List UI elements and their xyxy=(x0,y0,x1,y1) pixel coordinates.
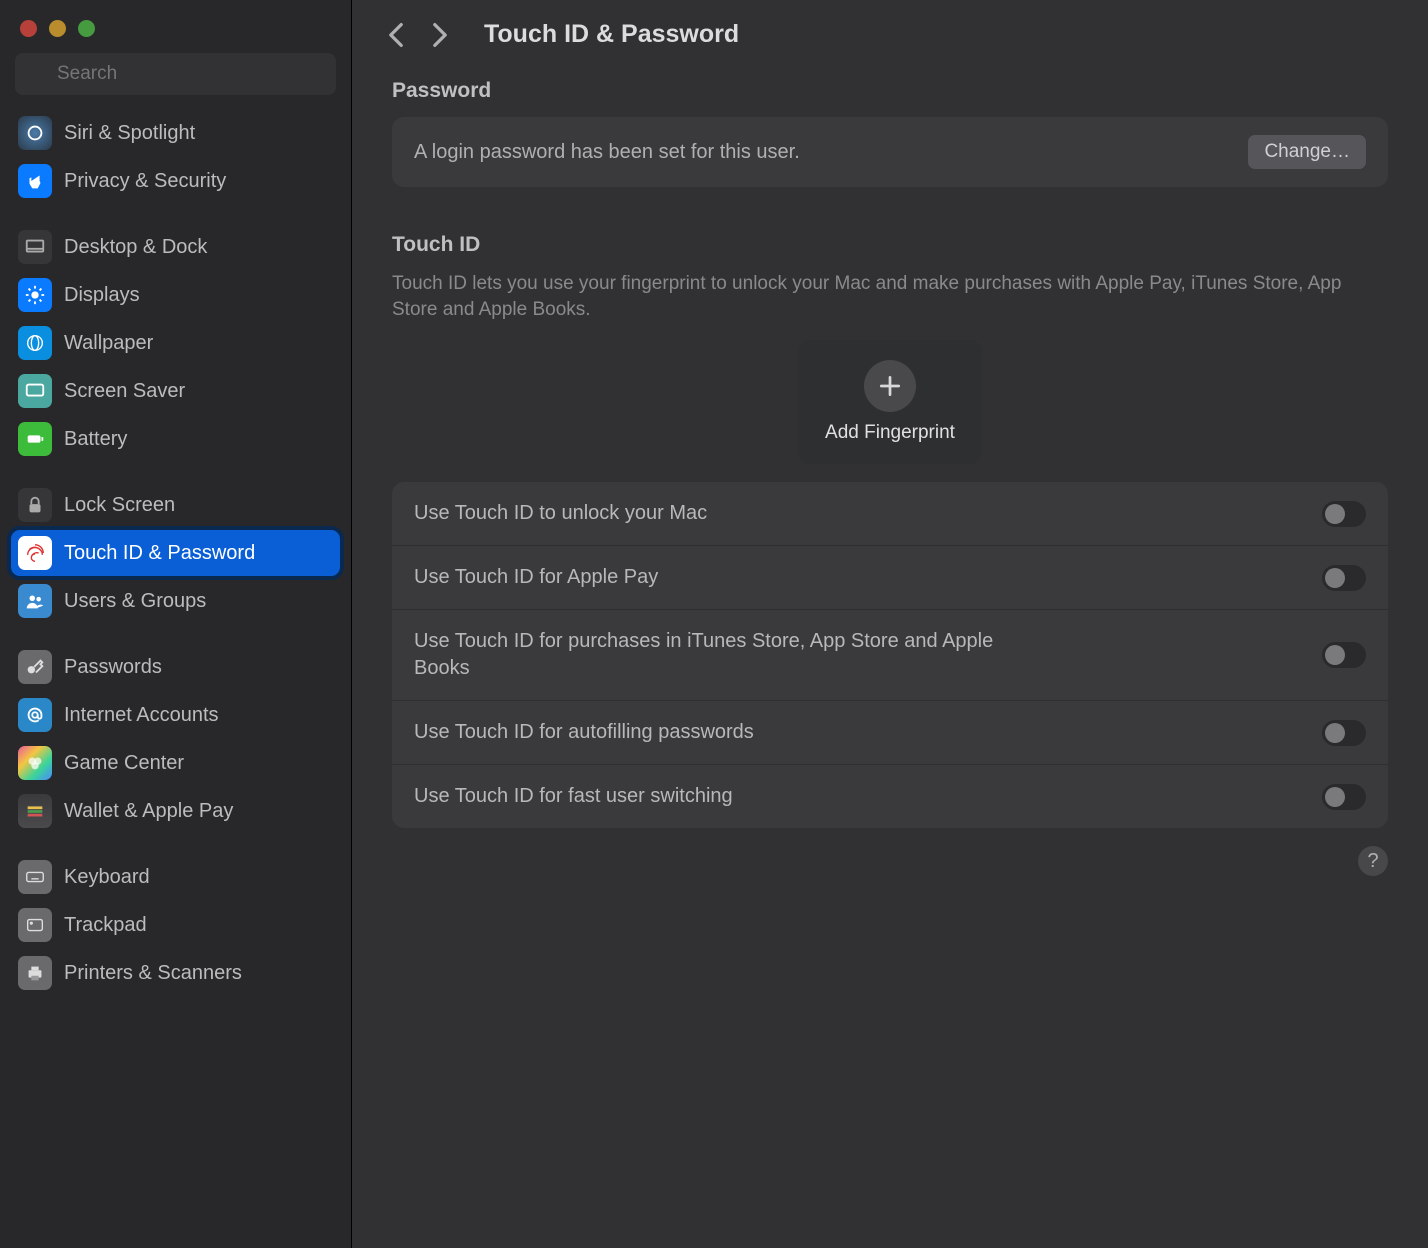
sidebar-item-label: Siri & Spotlight xyxy=(64,122,195,145)
add-fingerprint-label: Add Fingerprint xyxy=(825,422,955,444)
sidebar: Siri & Spotlight Privacy & Security Desk… xyxy=(0,0,352,1248)
toggle-row-purchases: Use Touch ID for purchases in iTunes Sto… xyxy=(392,610,1388,701)
close-window-button[interactable] xyxy=(20,20,37,37)
window-controls xyxy=(0,12,351,53)
add-fingerprint-button[interactable]: Add Fingerprint xyxy=(798,340,982,464)
sidebar-item-label: Desktop & Dock xyxy=(64,236,207,259)
battery-icon xyxy=(18,422,52,456)
toggle-fast-user-switching[interactable] xyxy=(1322,784,1366,810)
toggle-label: Use Touch ID to unlock your Mac xyxy=(414,500,707,527)
sidebar-item-desktop-dock[interactable]: Desktop & Dock xyxy=(10,223,341,271)
sidebar-item-label: Lock Screen xyxy=(64,494,175,517)
search-input[interactable] xyxy=(15,53,336,95)
sidebar-item-label: Printers & Scanners xyxy=(64,962,242,985)
hand-icon xyxy=(18,164,52,198)
sidebar-item-privacy-security[interactable]: Privacy & Security xyxy=(10,157,341,205)
desktop-icon xyxy=(18,230,52,264)
sidebar-item-users-groups[interactable]: Users & Groups xyxy=(10,577,341,625)
sidebar-item-siri-spotlight[interactable]: Siri & Spotlight xyxy=(10,109,341,157)
sidebar-item-wallet-apple-pay[interactable]: Wallet & Apple Pay xyxy=(10,787,341,835)
keyboard-icon xyxy=(18,860,52,894)
sidebar-item-keyboard[interactable]: Keyboard xyxy=(10,853,341,901)
main-content: Touch ID & Password Password A login pas… xyxy=(352,0,1428,1248)
sidebar-item-label: Users & Groups xyxy=(64,590,206,613)
sidebar-item-printers-scanners[interactable]: Printers & Scanners xyxy=(10,949,341,997)
toggle-label: Use Touch ID for purchases in iTunes Sto… xyxy=(414,628,994,682)
sidebar-item-label: Game Center xyxy=(64,752,184,775)
key-icon xyxy=(18,650,52,684)
minimize-window-button[interactable] xyxy=(49,20,66,37)
fingerprint-icon xyxy=(18,536,52,570)
toggle-row-fast-user-switching: Use Touch ID for fast user switching xyxy=(392,765,1388,828)
toggle-row-apple-pay: Use Touch ID for Apple Pay xyxy=(392,546,1388,610)
toggle-row-unlock-mac: Use Touch ID to unlock your Mac xyxy=(392,482,1388,546)
toggle-autofill[interactable] xyxy=(1322,720,1366,746)
sidebar-item-label: Touch ID & Password xyxy=(64,542,255,565)
plus-icon xyxy=(864,360,916,412)
sidebar-item-label: Privacy & Security xyxy=(64,170,226,193)
password-status-text: A login password has been set for this u… xyxy=(414,141,800,164)
sidebar-item-displays[interactable]: Displays xyxy=(10,271,341,319)
sidebar-item-battery[interactable]: Battery xyxy=(10,415,341,463)
wallet-icon xyxy=(18,794,52,828)
help-button[interactable]: ? xyxy=(1358,846,1388,876)
sidebar-item-label: Internet Accounts xyxy=(64,704,219,727)
page-title: Touch ID & Password xyxy=(484,20,739,49)
wallpaper-icon xyxy=(18,326,52,360)
back-button[interactable] xyxy=(384,23,408,47)
sidebar-item-label: Keyboard xyxy=(64,866,150,889)
fullscreen-window-button[interactable] xyxy=(78,20,95,37)
brightness-icon xyxy=(18,278,52,312)
password-section-label: Password xyxy=(392,79,1388,103)
forward-button xyxy=(428,23,452,47)
toggle-apple-pay[interactable] xyxy=(1322,565,1366,591)
sidebar-item-internet-accounts[interactable]: Internet Accounts xyxy=(10,691,341,739)
sidebar-item-lock-screen[interactable]: Lock Screen xyxy=(10,481,341,529)
sidebar-item-wallpaper[interactable]: Wallpaper xyxy=(10,319,341,367)
sidebar-item-label: Displays xyxy=(64,284,140,307)
touchid-section-label: Touch ID xyxy=(392,233,1388,257)
toggle-purchases[interactable] xyxy=(1322,642,1366,668)
sidebar-item-screen-saver[interactable]: Screen Saver xyxy=(10,367,341,415)
toggle-unlock-mac[interactable] xyxy=(1322,501,1366,527)
touchid-section-desc: Touch ID lets you use your fingerprint t… xyxy=(392,271,1388,322)
screensaver-icon xyxy=(18,374,52,408)
toggle-row-autofill: Use Touch ID for autofilling passwords xyxy=(392,701,1388,765)
trackpad-icon xyxy=(18,908,52,942)
toggle-label: Use Touch ID for Apple Pay xyxy=(414,564,658,591)
sidebar-item-touch-id-password[interactable]: Touch ID & Password xyxy=(10,529,341,577)
touchid-toggle-list: Use Touch ID to unlock your Mac Use Touc… xyxy=(392,482,1388,828)
sidebar-item-label: Screen Saver xyxy=(64,380,185,403)
game-center-icon xyxy=(18,746,52,780)
toggle-label: Use Touch ID for fast user switching xyxy=(414,783,733,810)
sidebar-item-label: Battery xyxy=(64,428,127,451)
sidebar-item-label: Passwords xyxy=(64,656,162,679)
password-card: A login password has been set for this u… xyxy=(392,117,1388,187)
header: Touch ID & Password xyxy=(352,0,1428,49)
lock-icon xyxy=(18,488,52,522)
sidebar-item-label: Wallpaper xyxy=(64,332,153,355)
sidebar-item-passwords[interactable]: Passwords xyxy=(10,643,341,691)
users-icon xyxy=(18,584,52,618)
sidebar-item-label: Wallet & Apple Pay xyxy=(64,800,233,823)
siri-icon xyxy=(18,116,52,150)
change-password-button[interactable]: Change… xyxy=(1248,135,1366,169)
sidebar-item-trackpad[interactable]: Trackpad xyxy=(10,901,341,949)
printer-icon xyxy=(18,956,52,990)
toggle-label: Use Touch ID for autofilling passwords xyxy=(414,719,754,746)
at-icon xyxy=(18,698,52,732)
sidebar-item-label: Trackpad xyxy=(64,914,147,937)
sidebar-item-game-center[interactable]: Game Center xyxy=(10,739,341,787)
